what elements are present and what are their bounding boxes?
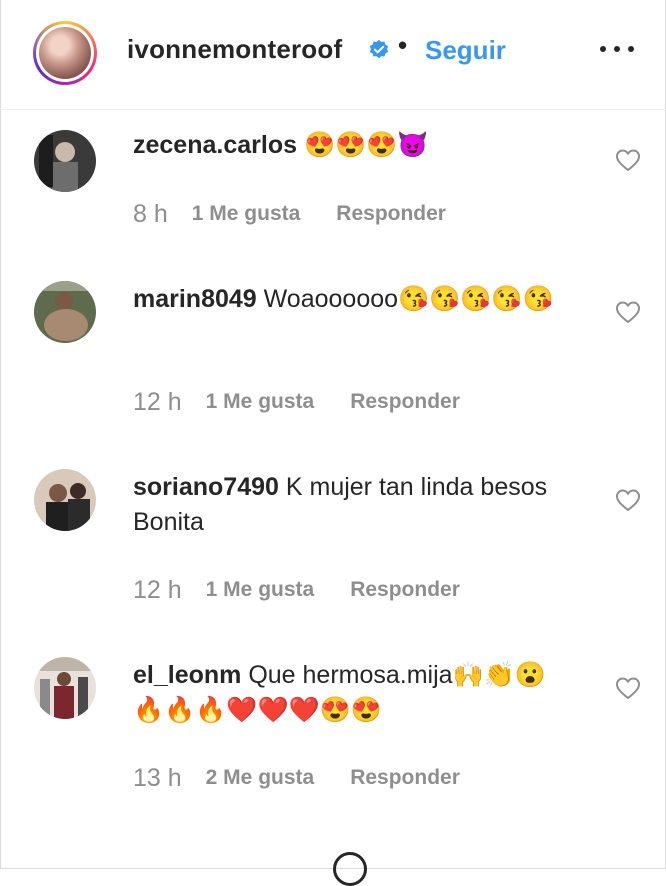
owner-avatar[interactable] [33,21,97,85]
commenter-avatar[interactable] [34,469,96,531]
like-heart-icon[interactable] [615,300,641,324]
reply-button[interactable]: Responder [350,390,460,414]
owner-username[interactable]: ivonnemonteroof [127,34,342,65]
comment-username[interactable]: soriano7490 [133,473,279,501]
comment-text: el_leonm Que hermosa.mija🙌👏😮🔥🔥🔥❤️❤️❤️😍😍 [133,658,573,728]
commenter-avatar[interactable] [34,130,96,192]
like-heart-icon[interactable] [615,676,641,700]
commenter-avatar[interactable] [34,281,96,343]
reply-button[interactable]: Responder [336,202,446,226]
comment-likes[interactable]: 1 Me gusta [206,390,315,414]
like-heart-icon[interactable] [615,488,641,512]
comment-body: 😍😍😍😈 [297,131,429,159]
comment-username[interactable]: el_leonm [133,661,241,689]
comment-meta: 12 h 1 Me gusta Responder [133,387,460,417]
reply-button[interactable]: Responder [350,578,460,602]
post-header: ivonnemonteroof • Seguir [0,0,666,110]
commenter-avatar[interactable] [34,657,96,719]
comment-time[interactable]: 12 h [133,388,182,417]
comment-likes[interactable]: 1 Me gusta [206,578,315,602]
comment-username[interactable]: zecena.carlos [133,131,297,159]
more-options-icon[interactable] [600,42,634,56]
separator-dot: • [398,30,408,60]
comment-likes[interactable]: 2 Me gusta [206,766,315,790]
comment-text: soriano7490 K mujer tan linda besos Boni… [133,470,573,540]
comment-time[interactable]: 8 h [133,200,168,229]
follow-button[interactable]: Seguir [425,35,506,66]
like-heart-icon[interactable] [615,148,641,172]
comment-text: zecena.carlos 😍😍😍😈 [133,128,573,163]
load-more-icon[interactable] [333,852,367,886]
comment-time[interactable]: 13 h [133,764,182,793]
comment-meta: 13 h 2 Me gusta Responder [133,763,460,793]
comment-meta: 8 h 1 Me gusta Responder [133,199,446,229]
comment-likes[interactable]: 1 Me gusta [192,202,301,226]
comment-username[interactable]: marin8049 [133,285,257,313]
comment-body: Woaoooooo😘😘😘😘😘 [256,285,554,313]
comment-meta: 12 h 1 Me gusta Responder [133,575,460,605]
comment-text: marin8049 Woaoooooo😘😘😘😘😘 [133,282,573,317]
verified-badge-icon [369,39,389,59]
comment-time[interactable]: 12 h [133,576,182,605]
reply-button[interactable]: Responder [350,766,460,790]
